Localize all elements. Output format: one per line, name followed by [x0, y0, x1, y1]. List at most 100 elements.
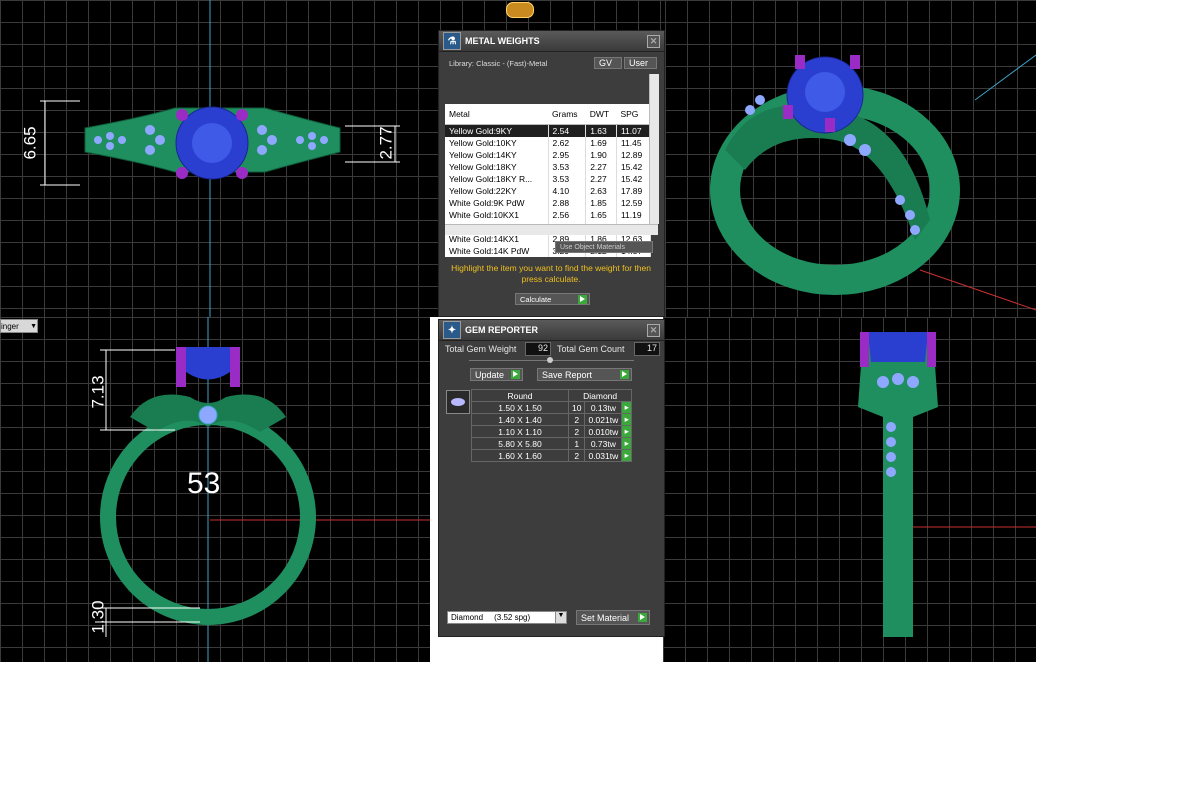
library-label: Library: Classic - (Fast)-Metal [449, 59, 548, 68]
gem-col-type: Diamond [567, 389, 633, 402]
table-hscrollbar[interactable] [445, 224, 658, 235]
row-arrow-icon[interactable]: ▸ [621, 449, 633, 462]
user-button[interactable]: User [624, 57, 657, 69]
metal-cell-dwt: 1.69 [585, 137, 617, 149]
gem-reporter-titlebar: ✦ GEM REPORTER ✕ [439, 320, 664, 341]
metal-table-row[interactable]: Yellow Gold:18KY R... 3.53 2.27 15.42 [445, 173, 652, 185]
gem-icon: ✦ [443, 321, 461, 339]
gem-cell-count: 1 [567, 437, 586, 450]
gem-cell-size: 1.50 X 1.50 [471, 401, 569, 414]
viewport-front[interactable]: inger ▼ 7.13 1.30 53 [0, 317, 430, 662]
row-arrow-icon[interactable]: ▸ [621, 425, 633, 438]
use-object-materials-label: Use Object Materials [560, 243, 625, 251]
gem-table-row[interactable]: 1.10 X 1.10 2 0.010tw ▸ [471, 425, 633, 438]
metal-col-header[interactable]: Grams [548, 104, 586, 125]
metal-cell-dwt: 1.85 [585, 197, 617, 209]
metal-cell-spg: 12.89 [616, 149, 652, 161]
ring-side-view [858, 332, 1036, 637]
total-gem-weight-value: 92 [525, 342, 551, 356]
metal-cell-dwt: 2.63 [585, 185, 617, 197]
metal-weights-title: METAL WEIGHTS [465, 36, 540, 46]
metal-table-row[interactable]: Yellow Gold:22KY 4.10 2.63 17.89 [445, 185, 652, 197]
material-select-value: Diamond (3.52 spg) [451, 613, 531, 622]
chevron-down-icon: ▼ [30, 322, 37, 330]
ring-top-view [40, 0, 400, 317]
gem-cell-weight: 0.13tw [584, 401, 623, 414]
metal-cell-spg: 11.19 [616, 209, 652, 221]
metal-cell-grams: 2.56 [548, 209, 587, 221]
close-icon[interactable]: ✕ [647, 323, 660, 337]
gem-cell-size: 1.60 X 1.60 [471, 449, 569, 462]
dimension-length: 6.65 [20, 126, 40, 160]
update-button[interactable]: Update [470, 368, 523, 381]
play-icon [638, 613, 647, 622]
gem-cell-count: 10 [567, 401, 586, 414]
metal-cell-spg: 15.42 [616, 161, 652, 173]
gem-thumbnail[interactable] [446, 390, 470, 414]
gem-cell-size: 5.80 X 5.80 [471, 437, 569, 450]
view-dropdown[interactable]: inger ▼ [0, 319, 38, 333]
gem-cell-count: 2 [567, 413, 586, 426]
play-icon [511, 370, 520, 379]
total-gem-count-value: 17 [634, 342, 660, 356]
save-report-button[interactable]: Save Report [537, 368, 632, 381]
gem-cell-weight: 0.031tw [584, 449, 623, 462]
row-arrow-icon[interactable]: ▸ [621, 437, 633, 450]
metal-cell-metal: White Gold:10KX1 [445, 209, 549, 221]
metal-table-row[interactable]: Yellow Gold:9KY 2.54 1.63 11.07 [445, 124, 652, 137]
metal-cell-spg: 11.45 [616, 137, 652, 149]
viewport-top[interactable]: 6.65 2.77 [0, 0, 440, 317]
metal-cell-grams: 2.62 [548, 137, 587, 149]
metal-table-row[interactable]: Yellow Gold:18KY 3.53 2.27 15.42 [445, 161, 652, 173]
metal-table-row[interactable]: Yellow Gold:14KY 2.95 1.90 12.89 [445, 149, 652, 161]
viewport-top-strip [440, 0, 665, 30]
metal-cell-spg: 11.07 [616, 124, 652, 137]
metal-cell-metal: White Gold:14K PdW [445, 245, 549, 257]
row-arrow-icon[interactable]: ▸ [621, 413, 633, 426]
gem-cell-size: 1.40 X 1.40 [471, 413, 569, 426]
total-gem-count-label: Total Gem Count [557, 344, 625, 354]
metal-cell-grams: 4.10 [548, 185, 587, 197]
table-scrollbar[interactable] [649, 74, 659, 224]
gem-table: Round Diamond 1.50 X 1.50 10 0.13tw ▸ 1.40 X… [471, 389, 633, 462]
gem-table-row[interactable]: 1.60 X 1.60 2 0.031tw ▸ [471, 449, 633, 462]
metal-col-header[interactable]: SPG [616, 104, 651, 125]
viewport-side[interactable] [663, 317, 1036, 662]
metal-cell-dwt: 2.27 [585, 173, 617, 185]
gem-reporter-panel: ✦ GEM REPORTER ✕ Total Gem Weight 92 Tot… [438, 319, 665, 637]
metal-table-header: Metal Grams DWT SPG [445, 104, 651, 125]
close-icon[interactable]: ✕ [647, 34, 660, 48]
set-material-label: Set Material [581, 612, 630, 623]
viewport-perspective[interactable] [665, 0, 1036, 317]
metal-table-row[interactable]: White Gold:9K PdW 2.88 1.85 12.59 [445, 197, 652, 209]
slider-handle[interactable] [547, 357, 553, 363]
gem-cell-count: 2 [567, 449, 586, 462]
metal-table-row[interactable]: White Gold:10KX1 2.56 1.65 11.19 [445, 209, 652, 221]
set-material-button[interactable]: Set Material [576, 610, 650, 625]
gem-reporter-title: GEM REPORTER [465, 325, 539, 335]
use-object-materials-checkbox[interactable]: Use Object Materials [555, 241, 653, 253]
gem-table-row[interactable]: 1.40 X 1.40 2 0.021tw ▸ [471, 413, 633, 426]
metal-col-header[interactable]: DWT [585, 104, 617, 125]
gv-button[interactable]: GV [594, 57, 622, 69]
view-dropdown-label: inger [1, 321, 19, 331]
calculate-button[interactable]: Calculate [515, 293, 590, 305]
flask-icon: ⚗ [443, 32, 461, 50]
gem-cell-size: 1.10 X 1.10 [471, 425, 569, 438]
metal-cell-dwt: 2.27 [585, 161, 617, 173]
gem-table-row[interactable]: 5.80 X 5.80 1 0.73tw ▸ [471, 437, 633, 450]
metal-col-header[interactable]: Metal [445, 104, 549, 125]
save-report-label: Save Report [542, 369, 593, 380]
metal-cell-metal: Yellow Gold:18KY [445, 161, 549, 173]
chevron-down-icon: ▼ [555, 612, 566, 623]
dimension-width: 2.77 [376, 126, 396, 160]
gem-col-shape: Round [471, 389, 569, 402]
ring-size-label: 53 [187, 467, 221, 500]
material-select[interactable]: Diamond (3.52 spg) ▼ [447, 611, 567, 624]
gem-table-row[interactable]: 1.50 X 1.50 10 0.13tw ▸ [471, 401, 633, 414]
metal-cell-dwt: 1.90 [585, 149, 617, 161]
row-arrow-icon[interactable]: ▸ [621, 401, 633, 414]
play-icon [620, 370, 629, 379]
metal-table-row[interactable]: Yellow Gold:10KY 2.62 1.69 11.45 [445, 137, 652, 149]
gv-label: GV [599, 58, 613, 68]
